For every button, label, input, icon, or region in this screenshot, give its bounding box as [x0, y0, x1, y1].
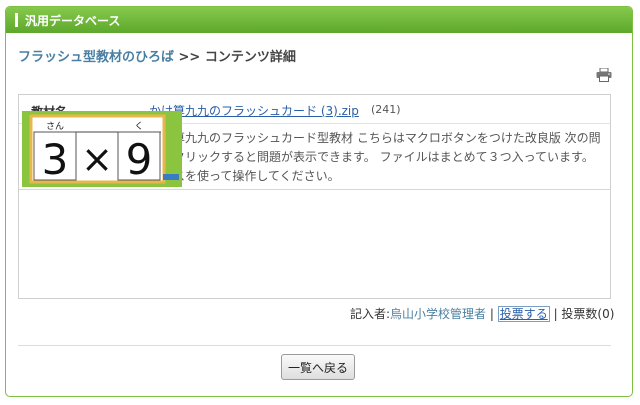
breadcrumb-current: コンテンツ詳細 — [204, 50, 296, 65]
thumbnail-image: さん く 3 × 9 — [22, 111, 182, 187]
thumb-ruby-left: さん — [46, 121, 64, 132]
back-to-list-button[interactable]: 一覧へ戻る — [281, 354, 355, 380]
thumb-operator: × — [81, 137, 113, 181]
panel-title: 汎用データベース — [25, 13, 121, 28]
thumb-ruby-right: く — [134, 122, 143, 132]
panel-header: 汎用データベース — [6, 7, 632, 33]
vote-button[interactable]: 投票する — [497, 306, 550, 322]
breadcrumb-link[interactable]: フラッシュ型教材のひろば — [18, 50, 174, 65]
poster-prefix: 記入者: — [350, 307, 391, 321]
vote-count: 投票数(0) — [561, 307, 615, 321]
breadcrumb-separator: >> — [174, 50, 205, 65]
header-bar — [15, 13, 18, 27]
printer-icon[interactable] — [596, 68, 612, 82]
divider — [18, 345, 611, 346]
poster-separator: | — [486, 307, 498, 321]
summary-text: かけ算九九のフラッシュカード型教材 こちらはマクロボタンをつけた改良版 次の問題… — [149, 131, 601, 183]
poster-user-link[interactable]: 烏山小学校管理者 — [390, 307, 486, 321]
poster-info: 記入者:烏山小学校管理者 | 投票する | 投票数(0) — [350, 305, 614, 322]
download-count: (241) — [371, 103, 401, 116]
poster-separator-2: | — [549, 307, 562, 321]
breadcrumb: フラッシュ型教材のひろば >> コンテンツ詳細 — [18, 46, 296, 65]
thumb-digit-left: 3 — [42, 135, 69, 184]
thumb-digit-right: 9 — [126, 135, 153, 184]
